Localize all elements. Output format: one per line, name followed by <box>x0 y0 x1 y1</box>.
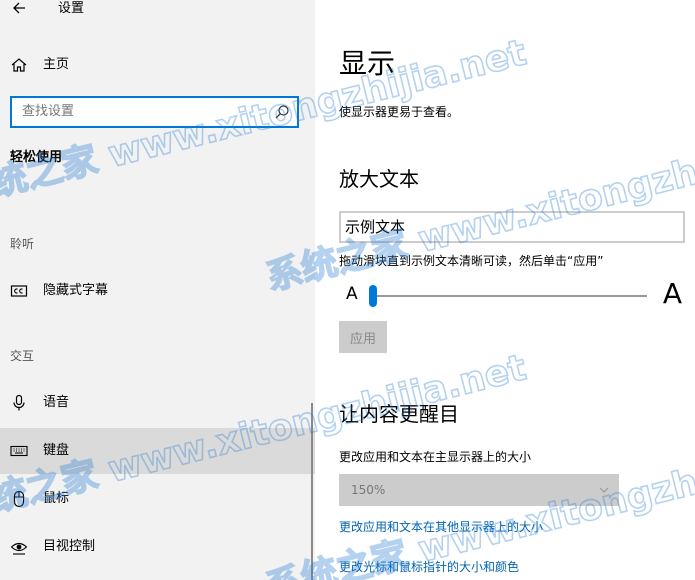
sidebar-item-eye-control[interactable]: 目视控制 <box>0 524 315 570</box>
search-input[interactable] <box>22 103 272 121</box>
sidebar-item-label: 隐藏式字幕 <box>43 283 109 298</box>
search-box[interactable] <box>10 96 299 128</box>
main-content: 显示 使显示器更易于查看。 放大文本 示例文本 拖动滑块直到示例文本清晰可读，然… <box>315 0 695 580</box>
make-everything-bigger-heading: 让内容更醒目 <box>339 402 459 426</box>
sidebar-item-label: 鼠标 <box>43 491 70 506</box>
keyboard-icon <box>10 445 28 457</box>
slider-thumb[interactable] <box>369 285 377 307</box>
scale-dropdown-value: 150% <box>351 483 386 497</box>
sidebar-scrollbar[interactable] <box>311 403 313 580</box>
text-size-slider[interactable]: A A <box>339 276 684 316</box>
search-icon[interactable] <box>273 103 291 121</box>
scale-label: 更改应用和文本在主显示器上的大小 <box>339 450 532 464</box>
slider-max-label: A <box>662 277 682 310</box>
slider-min-label: A <box>346 284 358 304</box>
microphone-icon <box>13 394 25 411</box>
group-heading-interaction: 交互 <box>10 349 35 363</box>
apply-button[interactable]: 应用 <box>339 321 387 353</box>
page-title: 显示 <box>339 47 396 80</box>
nav-item-home[interactable]: 主页 <box>0 42 315 88</box>
link-cursor-size-color[interactable]: 更改光标和鼠标指针的大小和颜色 <box>339 558 519 576</box>
text-size-heading: 放大文本 <box>339 167 419 191</box>
sidebar-item-keyboard[interactable]: 键盘 <box>0 428 315 474</box>
nav-item-label: 主页 <box>43 57 70 72</box>
sidebar: 设置 主页 轻松使用 聆听 隐藏式字幕 交互 语音 <box>0 0 315 580</box>
link-other-display-size[interactable]: 更改应用和文本在其他显示器上的大小 <box>339 518 543 536</box>
title-bar: 设置 <box>0 0 315 20</box>
chevron-down-icon <box>599 487 609 493</box>
mouse-icon <box>13 490 25 508</box>
sidebar-item-label: 键盘 <box>43 443 70 458</box>
slider-track[interactable] <box>369 295 647 297</box>
sample-text: 示例文本 <box>345 218 406 236</box>
app-title: 设置 <box>58 1 85 16</box>
scale-dropdown[interactable]: 150% <box>339 474 619 506</box>
sidebar-item-closed-captions[interactable]: 隐藏式字幕 <box>0 268 315 314</box>
home-icon <box>11 58 27 72</box>
sidebar-item-mouse[interactable]: 鼠标 <box>0 476 315 522</box>
slider-hint: 拖动滑块直到示例文本清晰可读，然后单击“应用” <box>339 254 604 268</box>
closed-captions-icon <box>10 285 28 297</box>
page-description: 使显示器更易于查看。 <box>339 105 460 119</box>
back-arrow-icon[interactable] <box>10 0 30 18</box>
sidebar-item-speech[interactable]: 语音 <box>0 380 315 426</box>
section-title: 轻松使用 <box>10 150 63 165</box>
sidebar-item-label: 语音 <box>43 395 70 410</box>
group-heading-hearing: 聆听 <box>10 237 35 251</box>
sample-text-box: 示例文本 <box>339 211 685 243</box>
sidebar-item-label: 目视控制 <box>43 539 96 554</box>
eye-control-icon <box>10 542 28 555</box>
